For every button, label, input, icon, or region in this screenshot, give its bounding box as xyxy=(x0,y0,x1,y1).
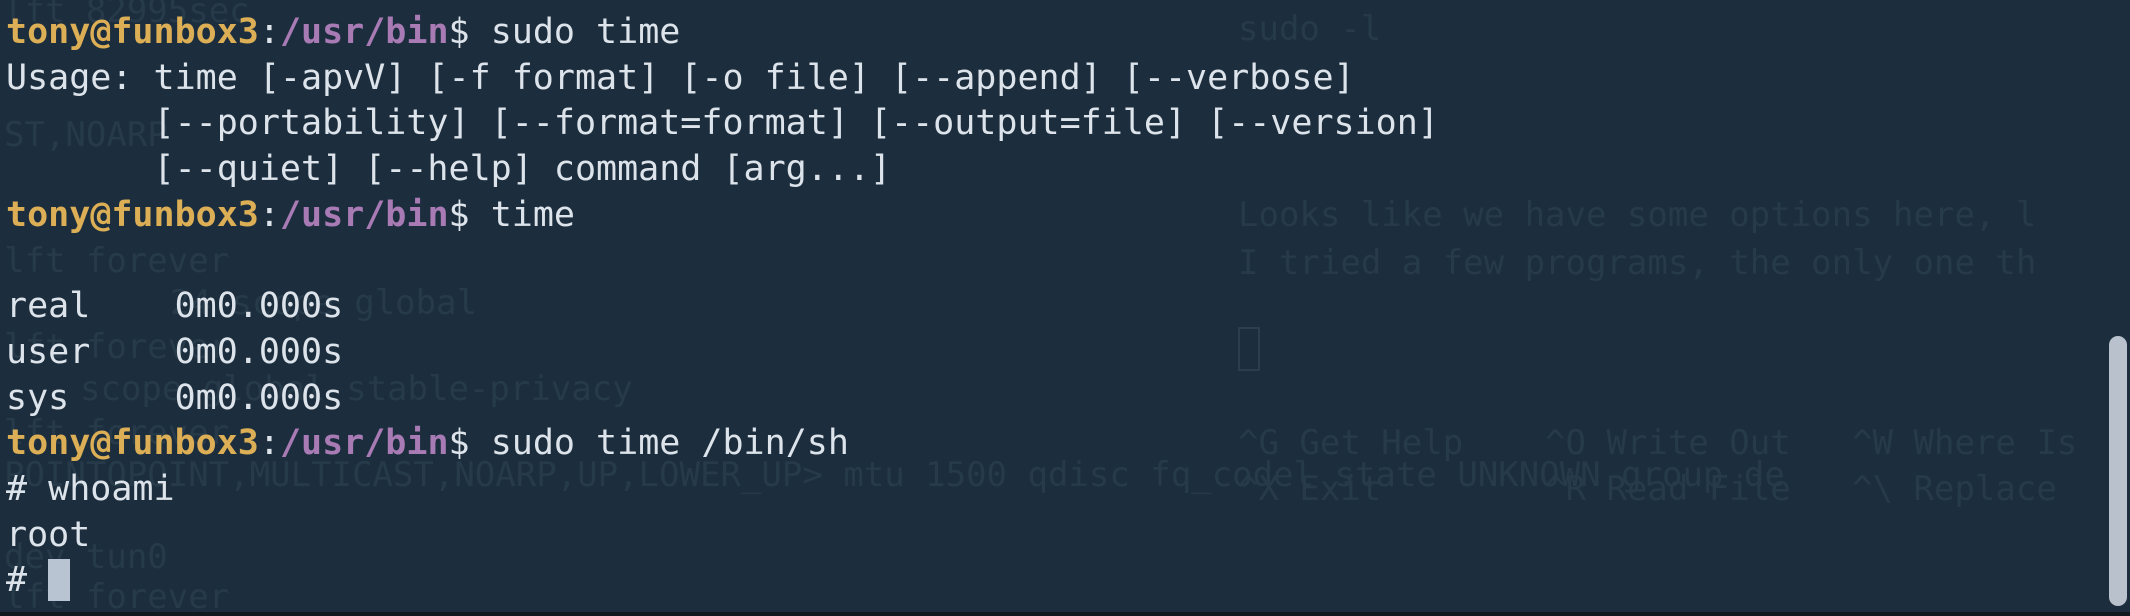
prompt-separator: : xyxy=(258,194,280,235)
scrollbar[interactable] xyxy=(2104,0,2130,616)
command-text: time xyxy=(490,194,575,235)
terminal-window[interactable]: lft 82995sec ST,NOARP lft forever 24 sco… xyxy=(0,0,2130,616)
prompt-path: /usr/bin xyxy=(279,423,449,464)
prompt-line: tony@funbox3:/usr/bin$ sudo time xyxy=(6,10,1439,56)
window-bottom-edge xyxy=(0,612,2130,616)
prompt-symbol: $ xyxy=(448,12,491,52)
scrollbar-thumb[interactable] xyxy=(2109,336,2127,606)
output-line: sys 0m0.000s xyxy=(6,377,344,418)
command-text: sudo time /bin/sh xyxy=(490,423,849,464)
output-line: real 0m0.000s xyxy=(6,286,344,327)
prompt-symbol: $ xyxy=(448,194,491,235)
output-line: [--portability] [--format=format] [--out… xyxy=(6,103,1439,144)
input-line[interactable]: # xyxy=(6,558,1439,604)
output-line: Usage: time [-apvV] [-f format] [-o file… xyxy=(6,57,1355,98)
output-line: # whoami xyxy=(6,468,175,509)
prompt-user-host: tony@funbox3 xyxy=(6,194,259,235)
block-cursor-icon xyxy=(48,559,71,602)
prompt-separator: : xyxy=(258,12,280,52)
output-line: [--quiet] [--help] command [arg...] xyxy=(6,149,892,190)
command-text: sudo time xyxy=(490,12,681,52)
terminal-output: tony@funbox3:/usr/bin$ sudo time Usage: … xyxy=(6,10,1439,604)
prompt-path: /usr/bin xyxy=(279,12,449,52)
prompt-line: tony@funbox3:/usr/bin$ sudo time /bin/sh xyxy=(6,421,1439,467)
prompt-symbol: $ xyxy=(448,423,491,464)
prompt-separator: : xyxy=(258,423,280,464)
prompt-user-host: tony@funbox3 xyxy=(6,12,259,52)
root-prompt: # xyxy=(6,560,49,601)
prompt-user-host: tony@funbox3 xyxy=(6,423,259,464)
prompt-line: tony@funbox3:/usr/bin$ time xyxy=(6,193,1439,239)
output-line: user 0m0.000s xyxy=(6,331,344,372)
output-line: root xyxy=(6,514,91,555)
prompt-path: /usr/bin xyxy=(279,194,449,235)
